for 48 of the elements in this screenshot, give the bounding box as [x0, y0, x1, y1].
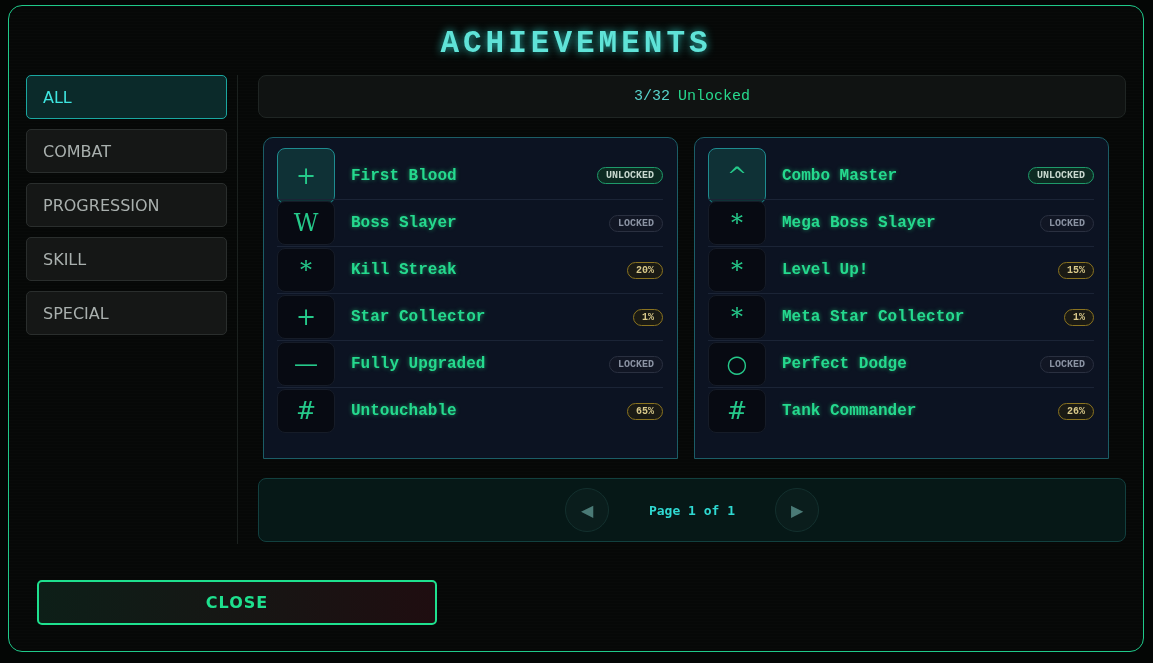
status-badge: 65% [627, 402, 663, 420]
status-badge: 1% [633, 308, 663, 326]
achievement-name: Tank Commander [782, 402, 918, 420]
status-badge: UNLOCKED [597, 167, 663, 184]
achievement-name: Untouchable [351, 402, 458, 420]
achievement-icon: * [708, 201, 766, 245]
category-tab[interactable]: COMBAT [26, 129, 227, 173]
unlock-label: Unlocked [678, 88, 750, 105]
achievement-name: First Blood [351, 166, 458, 185]
status-badge: LOCKED [1040, 355, 1094, 373]
achievement-name: Kill Streak [351, 261, 458, 279]
unlock-count: 3/32 [634, 88, 670, 105]
achievement-icon: — [277, 342, 335, 386]
category-tab[interactable]: ALL [26, 75, 227, 119]
category-tab[interactable]: PROGRESSION [26, 183, 227, 227]
achievement-icon: W [277, 201, 335, 245]
previous-page-button[interactable]: ◀ [564, 488, 609, 532]
status-badge: 20% [627, 261, 663, 279]
achievement-icon: * [708, 295, 766, 339]
achievement-icon: + [277, 147, 335, 204]
achievement-icon: # [708, 389, 766, 433]
achievement-name: Mega Boss Slayer [782, 214, 937, 232]
achievement-name: Level Up! [782, 261, 870, 279]
category-tab[interactable]: SPECIAL [26, 291, 227, 335]
status-badge: 15% [1058, 261, 1094, 279]
status-badge: LOCKED [1040, 214, 1094, 232]
achievement-name: Perfect Dodge [782, 355, 908, 373]
status-badge: LOCKED [609, 214, 663, 232]
achievement-icon: + [277, 295, 335, 339]
status-badge: UNLOCKED [1028, 167, 1094, 184]
category-tab[interactable]: SKILL [26, 237, 227, 281]
achievement-name: Boss Slayer [351, 214, 458, 232]
achievement-icon: ○ [708, 342, 766, 386]
status-badge: 26% [1058, 402, 1094, 420]
close-button[interactable]: CLOSE [37, 579, 437, 625]
achievement-icon: ^ [708, 147, 766, 204]
achievement-name: Fully Upgraded [351, 355, 487, 373]
dialog-title: ACHIEVEMENTS [439, 26, 713, 61]
achievement-name: Star Collector [351, 308, 487, 326]
achievement-icon: # [277, 389, 335, 433]
achievement-icon: * [277, 248, 335, 292]
achievement-icon: * [708, 248, 766, 292]
achievement-name: Meta Star Collector [782, 308, 966, 326]
next-page-button[interactable]: ▶ [775, 488, 820, 532]
status-badge: 1% [1064, 308, 1094, 326]
page-indicator: Page 1 of 1 [648, 502, 736, 518]
status-badge: LOCKED [609, 355, 663, 373]
achievement-name: Combo Master [782, 166, 899, 185]
